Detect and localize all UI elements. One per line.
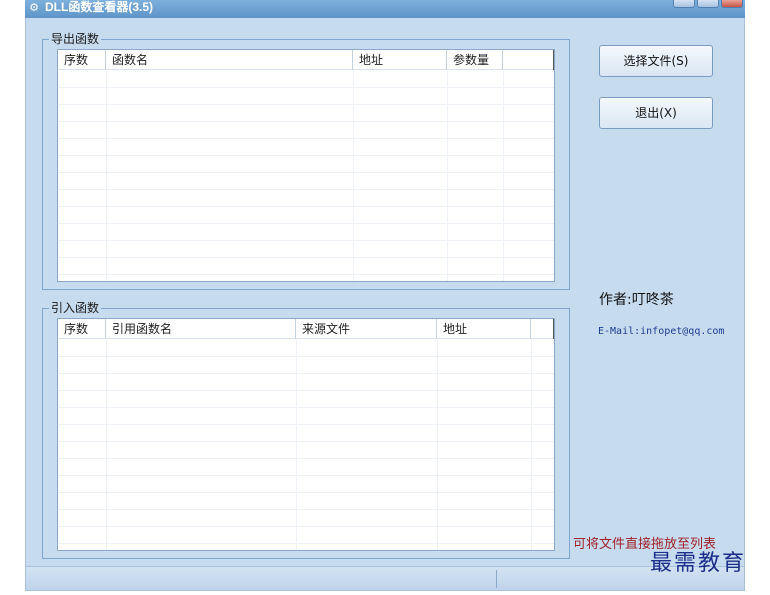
grid-line	[531, 340, 532, 550]
exports-list-header: 序数 函数名 地址 参数量	[58, 50, 554, 70]
column-header-param-count[interactable]: 参数量	[447, 50, 503, 70]
close-button[interactable]	[721, 0, 743, 8]
column-header-imported-function-name[interactable]: 引用函数名	[106, 319, 296, 339]
exports-group-label: 导出函数	[49, 32, 102, 46]
column-header-address[interactable]: 地址	[437, 319, 531, 339]
column-header-source-file[interactable]: 来源文件	[296, 319, 437, 339]
grid-line	[437, 340, 438, 550]
grid-line	[353, 71, 354, 281]
exit-button[interactable]: 退出(X)	[599, 97, 713, 129]
imports-group-label: 引入函数	[49, 301, 102, 315]
grid-line	[447, 71, 448, 281]
column-header-address[interactable]: 地址	[353, 50, 447, 70]
imports-list-header: 序数 引用函数名 来源文件 地址	[58, 319, 554, 339]
app-window: ⚙ DLL函数查看器(3.5) 导出函数 序数 函数名 地址 参数量 引入函数 …	[25, 0, 745, 595]
status-bar	[25, 566, 745, 591]
window-controls	[673, 0, 743, 8]
grid-line	[106, 340, 107, 550]
minimize-button[interactable]	[673, 0, 695, 8]
exports-group: 导出函数 序数 函数名 地址 参数量	[42, 32, 570, 290]
client-area: 导出函数 序数 函数名 地址 参数量 引入函数 序数 引用函数名 来源文件 地址…	[25, 18, 745, 566]
title-bar[interactable]: ⚙ DLL函数查看器(3.5)	[25, 0, 745, 18]
select-file-button[interactable]: 选择文件(S)	[599, 45, 713, 77]
maximize-button[interactable]	[697, 0, 719, 8]
watermark-text: 最需教育	[650, 551, 747, 576]
window-title: DLL函数查看器(3.5)	[45, 0, 154, 14]
imports-list[interactable]: 序数 引用函数名 来源文件 地址	[57, 318, 555, 551]
column-header-ordinal[interactable]: 序数	[58, 50, 106, 70]
column-header-ordinal[interactable]: 序数	[58, 319, 106, 339]
column-header-function-name[interactable]: 函数名	[106, 50, 353, 70]
column-header-filler	[531, 319, 554, 339]
author-label: 作者:叮咚茶	[599, 292, 674, 308]
email-label: E-Mail:infopet@qq.com	[598, 326, 725, 337]
exports-list[interactable]: 序数 函数名 地址 参数量	[57, 49, 555, 282]
column-header-filler	[503, 50, 554, 70]
exports-list-body[interactable]	[58, 71, 554, 281]
grid-line	[106, 71, 107, 281]
imports-list-body[interactable]	[58, 340, 554, 550]
imports-group: 引入函数 序数 引用函数名 来源文件 地址	[42, 301, 570, 559]
grid-line	[503, 71, 504, 281]
app-icon: ⚙	[29, 1, 39, 14]
grid-line	[296, 340, 297, 550]
status-separator	[496, 570, 497, 588]
